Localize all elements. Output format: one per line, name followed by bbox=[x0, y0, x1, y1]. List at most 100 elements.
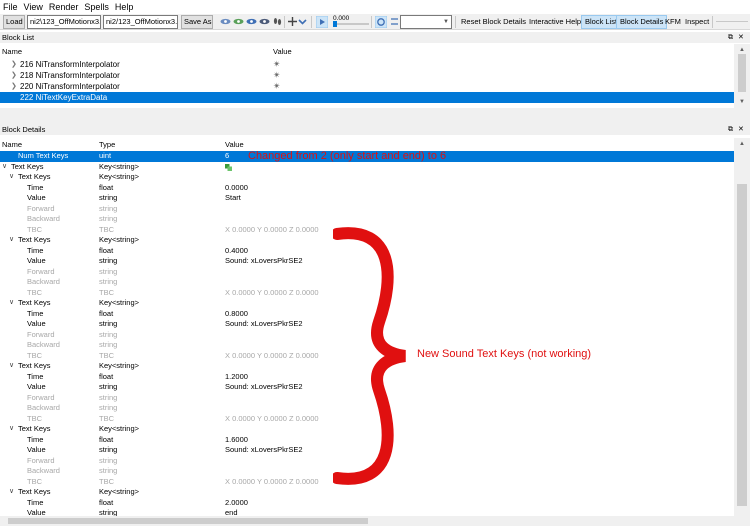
details-row[interactable]: ∨ Text Keys Key<string> bbox=[0, 487, 734, 498]
block-details-hscroll-thumb[interactable] bbox=[8, 518, 368, 524]
tab-inspect[interactable]: Inspect bbox=[682, 15, 712, 29]
menu-help[interactable]: Help bbox=[112, 0, 137, 14]
field-value[interactable]: Sound: xLoversPkrSE2 bbox=[225, 256, 303, 267]
details-row[interactable]: Value string Start bbox=[0, 193, 734, 204]
field-value[interactable]: X 0.0000 Y 0.0000 Z 0.0000 bbox=[225, 225, 319, 236]
view-eye-green-icon[interactable] bbox=[233, 16, 244, 27]
field-value[interactable]: X 0.0000 Y 0.0000 Z 0.0000 bbox=[225, 477, 319, 488]
play-icon[interactable] bbox=[316, 16, 328, 28]
field-value[interactable]: 6 bbox=[225, 151, 229, 162]
field-value[interactable]: Start bbox=[225, 193, 241, 204]
scroll-up-icon[interactable]: ▲ bbox=[734, 46, 750, 54]
details-row[interactable]: Forward string bbox=[0, 204, 734, 215]
column-header-name[interactable]: Name bbox=[2, 139, 22, 150]
curly-brace-annotation bbox=[333, 227, 406, 485]
close-icon[interactable]: ✕ bbox=[738, 32, 744, 43]
interactive-help-button[interactable]: Interactive Help bbox=[526, 15, 584, 29]
field-value[interactable]: Sound: xLoversPkrSE2 bbox=[225, 445, 303, 456]
field-name: Text Keys bbox=[18, 424, 51, 433]
column-header-value[interactable]: Value bbox=[225, 139, 244, 150]
chevron-down-icon[interactable]: ∨ bbox=[2, 162, 7, 173]
field-value[interactable]: X 0.0000 Y 0.0000 Z 0.0000 bbox=[225, 351, 319, 362]
block-details-hscrollbar[interactable] bbox=[0, 516, 734, 526]
field-name: Num Text Keys bbox=[18, 151, 69, 160]
block-list-row[interactable]: ❯ 218 NiTransformInterpolator ✴ bbox=[0, 70, 734, 81]
float-dock-icon[interactable]: ⧉ bbox=[728, 32, 733, 43]
menu-render[interactable]: Render bbox=[46, 0, 82, 14]
field-value[interactable]: Sound: xLoversPkrSE2 bbox=[225, 319, 303, 330]
save-as-button[interactable]: Save As bbox=[181, 15, 213, 29]
block-list-row[interactable]: 222 NiTextKeyExtraData bbox=[0, 92, 734, 103]
block-details-scroll-thumb[interactable] bbox=[737, 184, 747, 506]
field-value[interactable]: 1.6000 bbox=[225, 435, 248, 446]
block-details-scrollbar[interactable]: ▲ bbox=[734, 138, 750, 516]
chevron-right-icon[interactable]: ❯ bbox=[11, 59, 17, 70]
view-eye-dark-icon[interactable] bbox=[259, 16, 270, 27]
field-value[interactable]: 0.4000 bbox=[225, 246, 248, 257]
load-button[interactable]: Load bbox=[3, 15, 25, 29]
field-name: Value bbox=[27, 193, 46, 202]
menu-view[interactable]: View bbox=[21, 0, 46, 14]
tab-kfm[interactable]: KFM bbox=[662, 15, 684, 29]
details-row[interactable]: Backward string bbox=[0, 214, 734, 225]
splitter-area[interactable] bbox=[0, 108, 750, 124]
animation-slider[interactable] bbox=[333, 21, 369, 27]
footprint-icon[interactable] bbox=[272, 16, 283, 27]
menu-spells[interactable]: Spells bbox=[81, 0, 112, 14]
field-value[interactable]: Sound: xLoversPkrSE2 bbox=[225, 382, 303, 393]
animation-slider-handle[interactable] bbox=[333, 21, 337, 27]
load-path-field[interactable]: ni2\123_OffMotionx3.kf bbox=[27, 15, 101, 29]
column-header-name[interactable]: Name bbox=[2, 46, 22, 57]
save-path-field[interactable]: ni2/123_OffMotionx3.kf bbox=[103, 15, 178, 29]
view-eye-icon[interactable] bbox=[220, 16, 231, 27]
field-name: TBC bbox=[27, 413, 42, 423]
float-dock-icon[interactable]: ⧉ bbox=[728, 124, 733, 135]
array-edit-icon[interactable] bbox=[225, 163, 232, 171]
field-type: Key<string> bbox=[99, 161, 140, 171]
block-list-scroll-thumb[interactable] bbox=[738, 54, 746, 92]
block-list-scrollbar[interactable]: ▲ ▼ bbox=[734, 44, 750, 108]
field-name: Forward bbox=[27, 266, 55, 276]
field-name: Text Keys bbox=[18, 172, 51, 181]
chevron-down-icon[interactable]: ∨ bbox=[9, 487, 14, 498]
close-icon[interactable]: ✕ bbox=[738, 124, 744, 135]
details-row[interactable]: Time float 2.0000 bbox=[0, 498, 734, 509]
column-header-type[interactable]: Type bbox=[99, 139, 115, 150]
chevron-down-icon: ▼ bbox=[443, 19, 449, 25]
field-value[interactable]: 1.2000 bbox=[225, 372, 248, 383]
chevron-down-icon[interactable]: ∨ bbox=[9, 424, 14, 435]
field-type: TBC bbox=[99, 476, 114, 486]
field-name: Forward bbox=[27, 329, 55, 339]
block-list-row[interactable]: ❯ 216 NiTransformInterpolator ✴ bbox=[0, 59, 734, 70]
column-header-value[interactable]: Value bbox=[273, 46, 292, 57]
field-value[interactable]: 0.8000 bbox=[225, 309, 248, 320]
details-row[interactable]: ∨ Text Keys Key<string> bbox=[0, 162, 734, 173]
block-list-row[interactable]: ❯ 220 NiTransformInterpolator ✴ bbox=[0, 81, 734, 92]
view-eye-blue-icon[interactable] bbox=[246, 16, 257, 27]
chevron-down-icon[interactable] bbox=[297, 16, 308, 27]
tab-block-details[interactable]: Block Details bbox=[616, 15, 668, 29]
scroll-down-icon[interactable]: ▼ bbox=[734, 98, 750, 106]
details-row[interactable]: Time float 0.0000 bbox=[0, 183, 734, 194]
loop-icon[interactable] bbox=[375, 16, 387, 28]
toolbar-separator bbox=[371, 16, 372, 28]
chevron-down-icon[interactable]: ∨ bbox=[9, 235, 14, 246]
chevron-down-icon[interactable]: ∨ bbox=[9, 298, 14, 309]
details-row[interactable]: ∨ Text Keys Key<string> bbox=[0, 172, 734, 183]
field-value[interactable]: 0.0000 bbox=[225, 183, 248, 194]
chevron-right-icon[interactable]: ❯ bbox=[11, 81, 17, 92]
chevron-down-icon[interactable]: ∨ bbox=[9, 172, 14, 183]
block-list-row-label: 220 NiTransformInterpolator bbox=[20, 82, 120, 91]
field-value[interactable]: X 0.0000 Y 0.0000 Z 0.0000 bbox=[225, 414, 319, 425]
menu-file[interactable]: File bbox=[0, 0, 21, 14]
chevron-right-icon[interactable]: ❯ bbox=[11, 70, 17, 81]
field-value[interactable]: X 0.0000 Y 0.0000 Z 0.0000 bbox=[225, 288, 319, 299]
chevron-down-icon[interactable]: ∨ bbox=[9, 361, 14, 372]
scroll-up-icon[interactable]: ▲ bbox=[734, 140, 750, 148]
field-value[interactable]: 2.0000 bbox=[225, 498, 248, 509]
animation-switch-icon[interactable] bbox=[389, 16, 400, 27]
block-details-title: Block Details ⧉ ✕ bbox=[0, 124, 750, 135]
reset-block-details-button[interactable]: Reset Block Details bbox=[458, 15, 529, 29]
toolbar-separator bbox=[712, 16, 713, 28]
animation-sequence-select[interactable]: ▼ bbox=[400, 15, 452, 29]
